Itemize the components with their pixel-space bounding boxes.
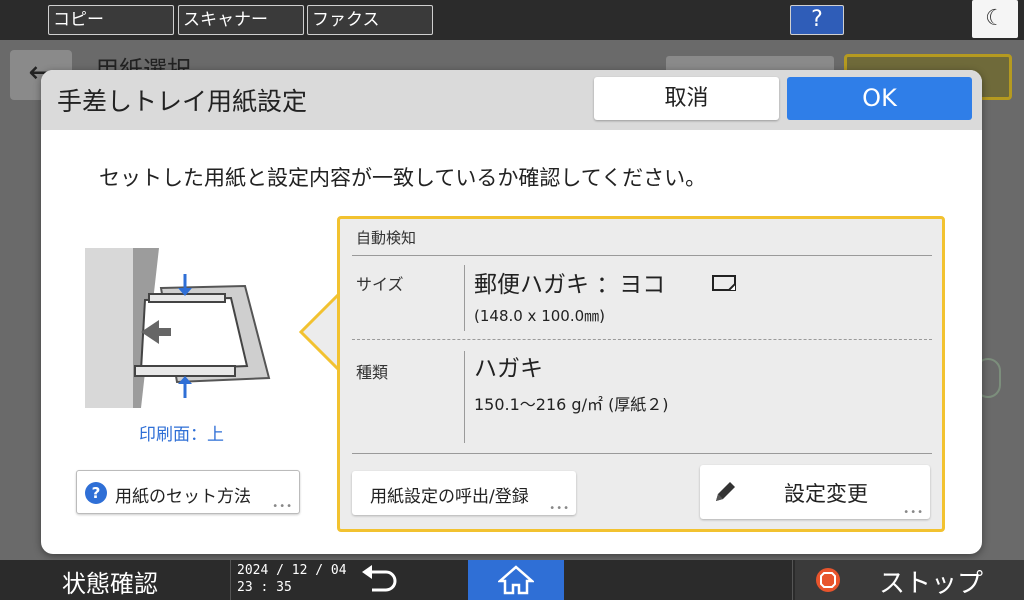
divider	[464, 351, 465, 443]
recall-register-button[interactable]: 用紙設定の呼出/登録 •••	[352, 471, 576, 515]
divider	[352, 255, 932, 256]
datetime: 2024 / 12 / 04 23 : 35	[237, 562, 347, 596]
divider	[464, 265, 465, 331]
stop-button[interactable]: ストップ	[795, 560, 1024, 600]
type-label: 種類	[356, 363, 389, 382]
paper-setting-method-button[interactable]: ? 用紙のセット方法 •••	[76, 470, 300, 514]
paper-tray-illustration	[85, 248, 271, 408]
date-text: 2024 / 12 / 04	[237, 563, 347, 578]
change-settings-label: 設定変更	[784, 482, 868, 506]
divider	[792, 560, 793, 600]
tab-scanner[interactable]: スキャナー	[178, 5, 304, 35]
instruction-text: セットした用紙と設定内容が一致しているか確認してください。	[99, 166, 707, 190]
type-value: ハガキ	[474, 356, 543, 382]
stop-label: ストップ	[879, 569, 984, 599]
size-value: 郵便ハガキ ：ヨコ	[474, 272, 666, 298]
stop-icon	[816, 568, 840, 592]
dialog-title: 手差しトレイ用紙設定	[57, 87, 308, 116]
home-icon	[498, 565, 534, 595]
ok-button[interactable]: OK	[787, 77, 972, 120]
bypass-tray-dialog: 手差しトレイ用紙設定 取消 OK セットした用紙と設定内容が一致しているか確認し…	[41, 70, 982, 554]
pencil-icon	[716, 482, 735, 501]
more-dots-icon: •••	[903, 507, 924, 518]
print-side-label: 印刷面：上	[139, 425, 224, 445]
auto-detect-panel: 自動検知 サイズ 郵便ハガキ ：ヨコ (148.0 x 100.0㎜) 種類 ハ…	[337, 216, 945, 532]
help-circle-icon: ?	[85, 482, 107, 504]
divider	[352, 453, 932, 454]
more-dots-icon: •••	[549, 503, 570, 514]
size-dimensions: (148.0 x 100.0㎜)	[474, 307, 606, 325]
help-button[interactable]: ?	[790, 5, 844, 35]
bottom-bar: 状態確認 2024 / 12 / 04 23 : 35 ストップ	[0, 560, 1024, 600]
paper-setting-method-label: 用紙のセット方法	[115, 487, 251, 507]
dialog-header: 手差しトレイ用紙設定 取消 OK	[41, 70, 982, 130]
home-button[interactable]	[468, 560, 564, 600]
return-icon[interactable]	[356, 564, 402, 596]
tab-copy[interactable]: コピー	[48, 5, 174, 35]
size-label: サイズ	[356, 275, 404, 294]
paper-landscape-icon	[712, 275, 736, 291]
time-text: 23 : 35	[237, 580, 292, 595]
tab-fax[interactable]: ファクス	[307, 5, 433, 35]
type-weight: 150.1～216 g/㎡ (厚紙２)	[474, 395, 669, 414]
divider	[352, 339, 932, 340]
change-settings-button[interactable]: 設定変更 •••	[700, 465, 930, 519]
status-check-button[interactable]: 状態確認	[62, 564, 158, 599]
recall-register-label: 用紙設定の呼出/登録	[370, 487, 529, 507]
cancel-button[interactable]: 取消	[594, 77, 779, 120]
top-bar: コピー スキャナー ファクス ? ☾	[0, 0, 1024, 40]
divider	[230, 560, 231, 600]
auto-detect-label: 自動検知	[356, 229, 417, 247]
more-dots-icon: •••	[272, 501, 293, 512]
moon-icon[interactable]: ☾	[972, 0, 1018, 38]
